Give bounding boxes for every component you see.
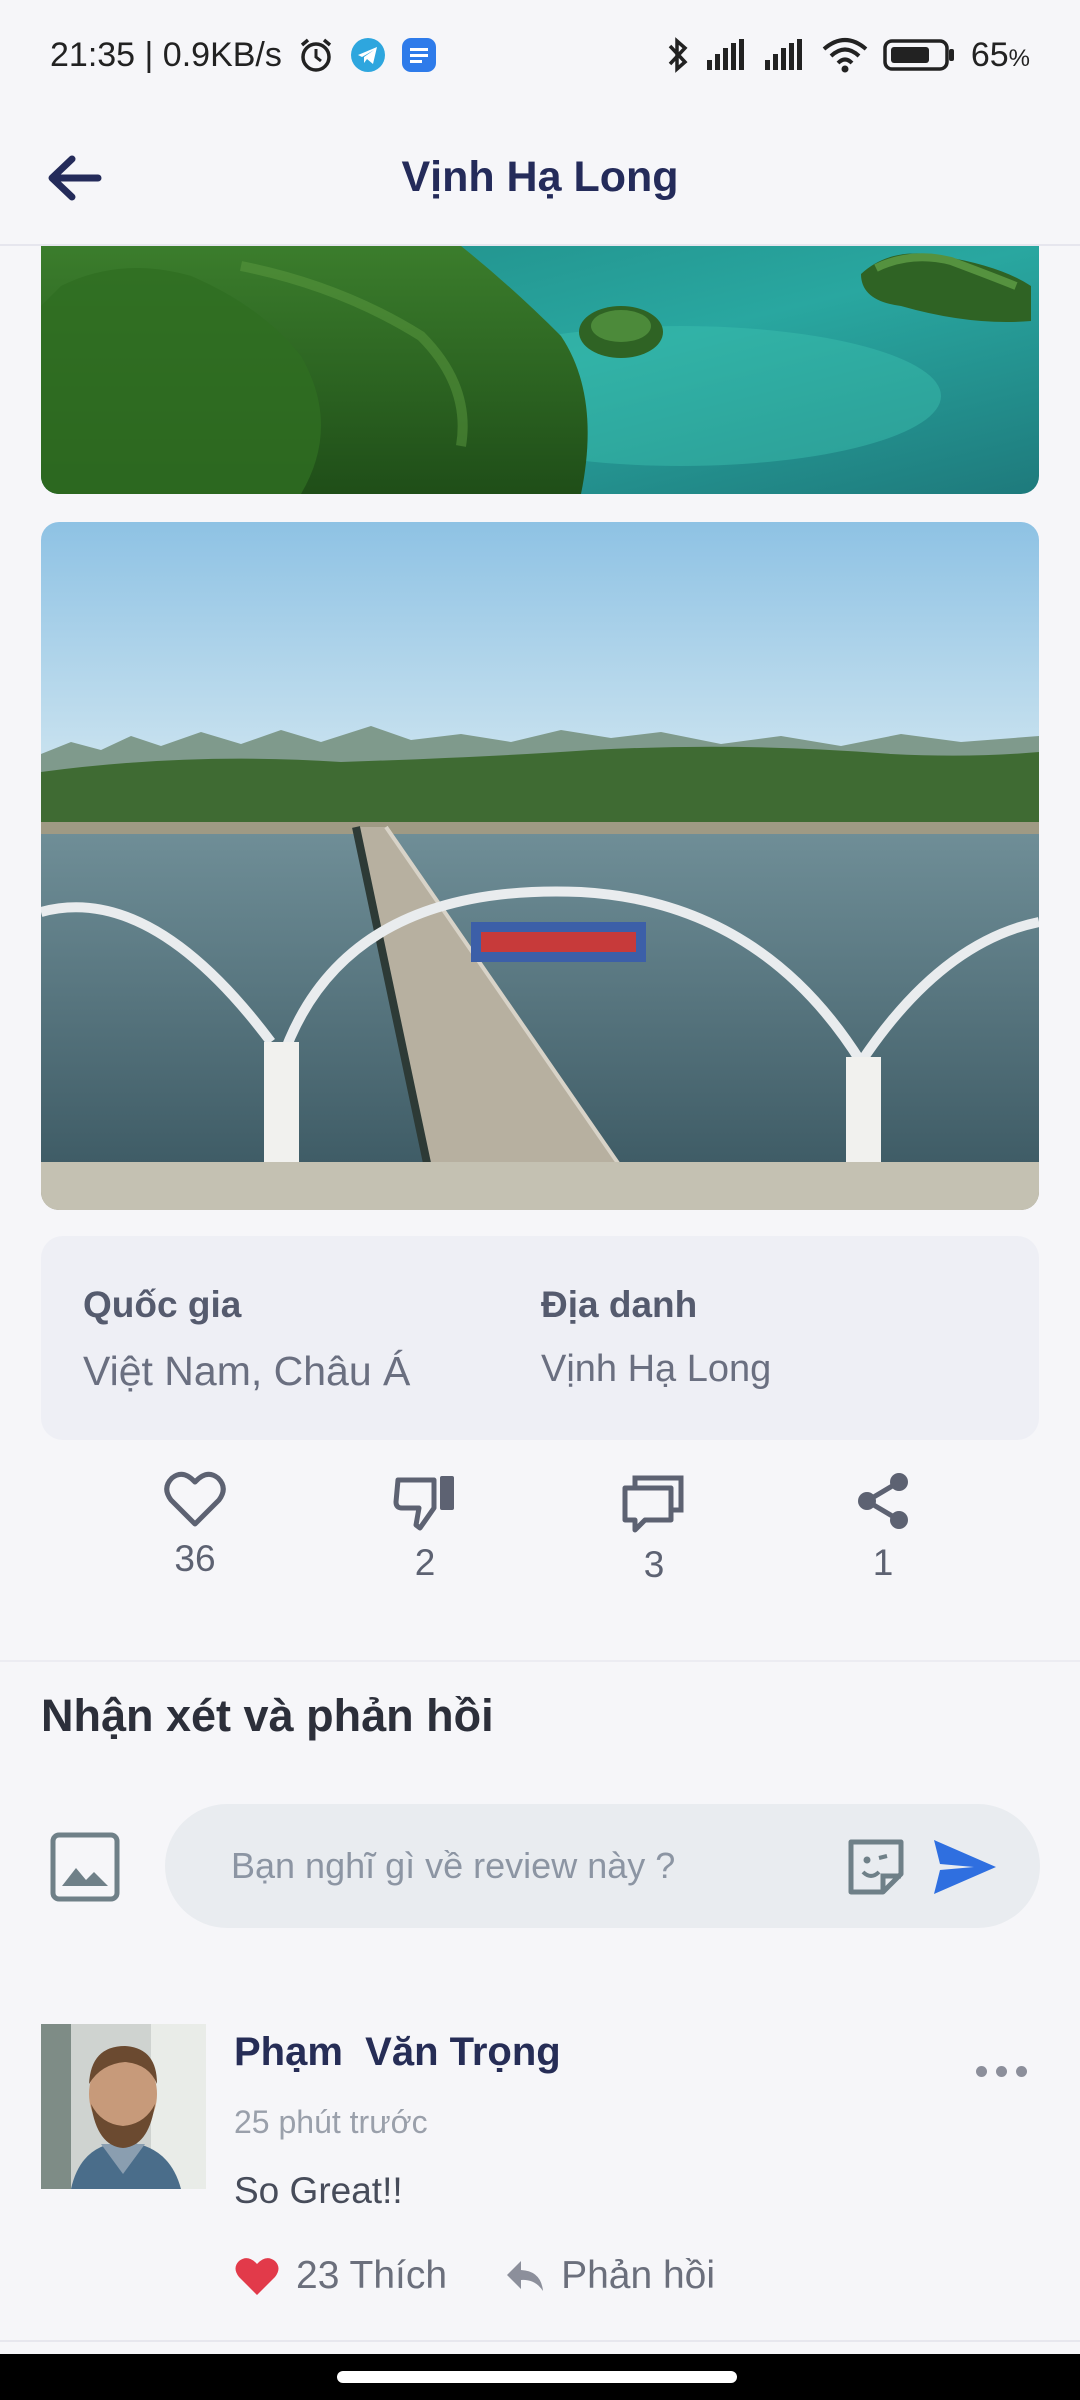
place-info: Địa danh Vịnh Hạ Long bbox=[541, 1284, 771, 1391]
comment-actions: 23 Thích Phản hồi bbox=[234, 2254, 715, 2298]
wifi-icon bbox=[821, 37, 869, 73]
comment-text: So Great!! bbox=[234, 2170, 403, 2211]
comment-time: 25 phút trước bbox=[234, 2104, 428, 2140]
review-photo-bridge[interactable] bbox=[41, 522, 1039, 1210]
reply-icon bbox=[507, 2261, 544, 2291]
send-icon bbox=[934, 1840, 996, 1894]
comment-item: Phạm Văn Trọng 25 phút trước So Great!! … bbox=[41, 2024, 1041, 2314]
telegram-icon bbox=[350, 37, 386, 73]
battery-level: 65% bbox=[970, 35, 1030, 74]
share-count: 1 bbox=[872, 1542, 894, 1583]
status-time: 21:35 | 0.9KB/s bbox=[50, 35, 282, 74]
back-button[interactable] bbox=[36, 140, 112, 216]
comment-composer bbox=[0, 1804, 1080, 1928]
avatar[interactable] bbox=[41, 2024, 206, 2189]
status-bar: 21:35 | 0.9KB/s 65% bbox=[0, 0, 1080, 110]
alarm-icon bbox=[296, 35, 336, 75]
comments-section-title: Nhận xét và phản hồi bbox=[41, 1690, 494, 1741]
battery-icon bbox=[883, 38, 957, 72]
comment-count: 3 bbox=[643, 1544, 665, 1585]
comment-author[interactable]: Phạm Văn Trọng bbox=[234, 2030, 561, 2075]
page-title: Vịnh Hạ Long bbox=[401, 153, 679, 201]
comment-input[interactable] bbox=[231, 1804, 791, 1928]
comment-input-container bbox=[165, 1804, 1040, 1928]
country-info: Quốc gia Việt Nam, Châu Á bbox=[83, 1284, 410, 1395]
comment-like-label: 23 Thích bbox=[296, 2254, 448, 2297]
heart-filled-icon bbox=[235, 2258, 279, 2295]
review-photo-bay[interactable] bbox=[41, 246, 1039, 494]
share-action-button[interactable]: 1 bbox=[813, 1470, 953, 1584]
bluetooth-icon bbox=[665, 35, 691, 75]
like-action-button[interactable]: 36 bbox=[125, 1470, 265, 1580]
signal-icon-1 bbox=[705, 38, 749, 72]
place-value: Vịnh Hạ Long bbox=[541, 1348, 772, 1390]
share-icon bbox=[858, 1473, 908, 1529]
app-header: Vịnh Hạ Long bbox=[0, 110, 1080, 245]
arrow-left-icon bbox=[48, 155, 102, 201]
system-nav-bar bbox=[0, 2354, 1080, 2400]
comment-reply-button[interactable]: Phản hồi bbox=[505, 2254, 715, 2298]
country-value: Việt Nam, Châu Á bbox=[83, 1348, 411, 1394]
dislike-count: 2 bbox=[414, 1542, 436, 1583]
image-icon bbox=[50, 1832, 120, 1902]
home-indicator[interactable] bbox=[337, 2371, 737, 2383]
review-actions: 36 2 3 1 bbox=[0, 1460, 1080, 1600]
attach-image-button[interactable] bbox=[50, 1832, 120, 1902]
comment-reply-label: Phản hồi bbox=[561, 2254, 716, 2297]
like-count: 36 bbox=[174, 1538, 216, 1579]
thumbs-down-icon bbox=[393, 1476, 454, 1531]
location-info-card: Quốc gia Việt Nam, Châu Á Địa danh Vịnh … bbox=[41, 1236, 1039, 1440]
bottom-divider bbox=[0, 2340, 1080, 2342]
heart-outline-icon bbox=[164, 1471, 226, 1527]
section-divider bbox=[0, 1660, 1080, 1662]
sticker-button[interactable] bbox=[845, 1836, 907, 1898]
sticker-icon bbox=[848, 1839, 904, 1895]
comment-like-button[interactable]: 23 Thích bbox=[234, 2254, 447, 2298]
messages-icon bbox=[400, 36, 438, 74]
place-label: Địa danh bbox=[541, 1284, 698, 1325]
comments-icon bbox=[622, 1475, 684, 1533]
signal-icon-2 bbox=[763, 38, 807, 72]
country-label: Quốc gia bbox=[83, 1284, 242, 1325]
more-dots-icon bbox=[976, 2065, 987, 2077]
comment-action-button[interactable]: 3 bbox=[584, 1470, 724, 1586]
send-button[interactable] bbox=[930, 1836, 1000, 1898]
more-options-button[interactable] bbox=[976, 2059, 1036, 2083]
dislike-action-button[interactable]: 2 bbox=[355, 1470, 495, 1584]
